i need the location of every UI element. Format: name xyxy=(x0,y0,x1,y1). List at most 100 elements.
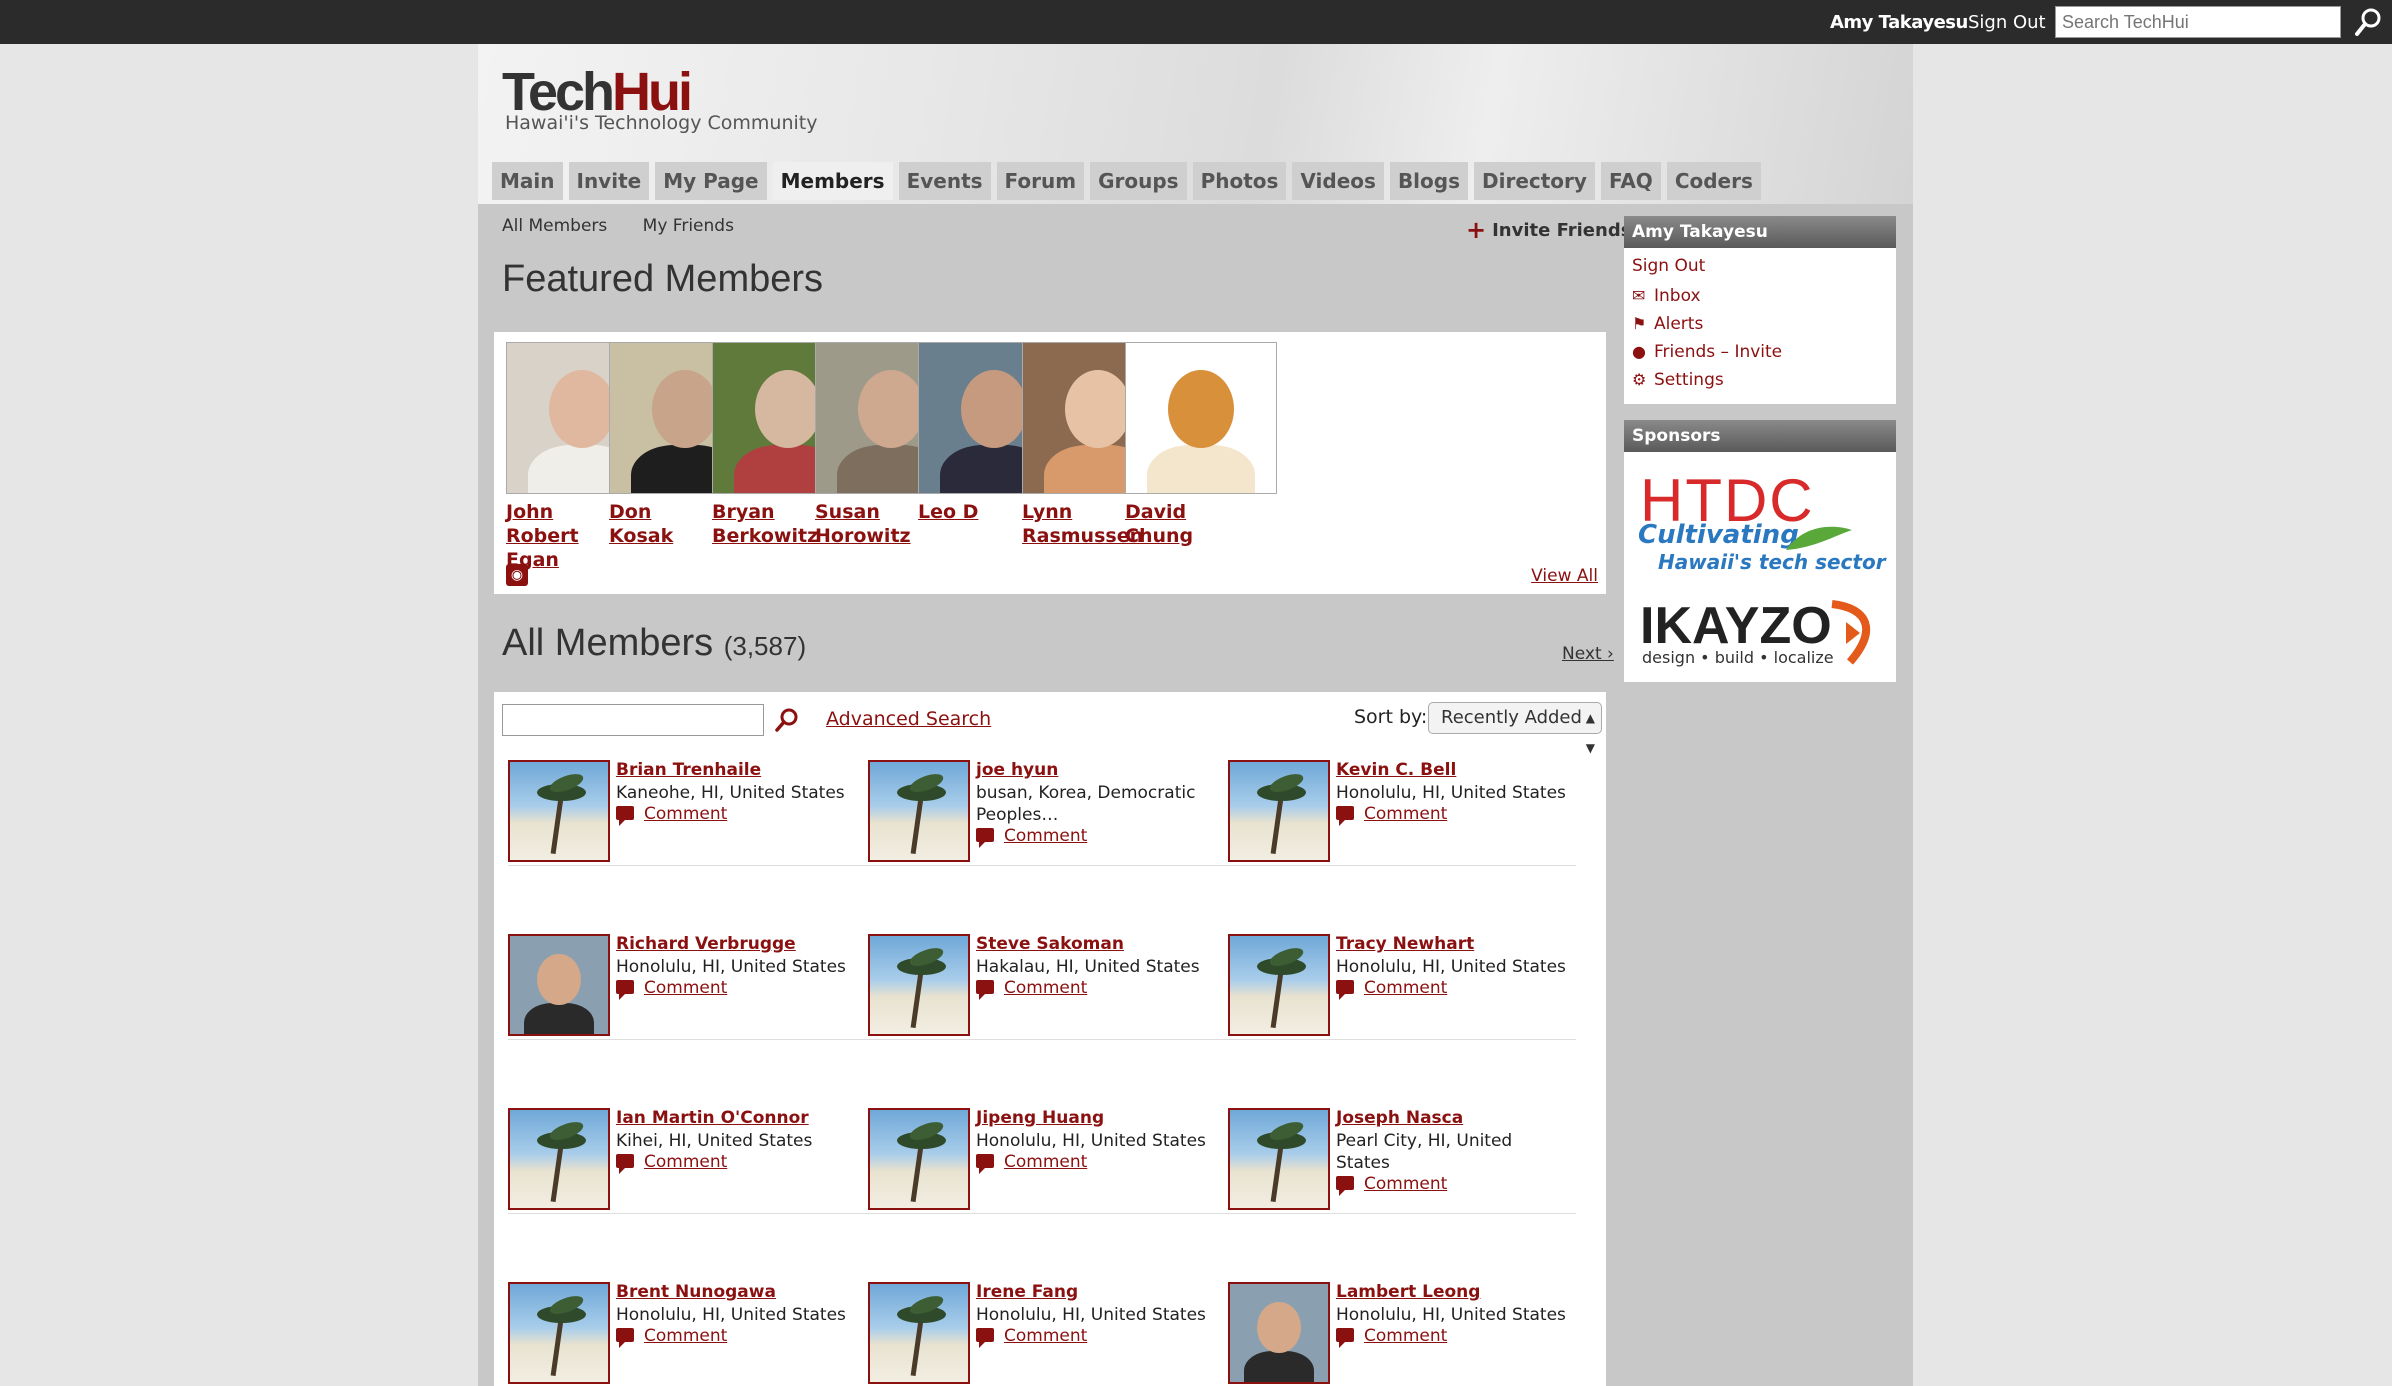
member-card: Steve Sakoman Hakalau, HI, United States C… xyxy=(862,934,1202,1044)
member-name-link[interactable]: Kevin C. Bell xyxy=(1336,760,1456,780)
comment-icon xyxy=(1336,980,1354,1000)
nav-tab-photos[interactable]: Photos xyxy=(1192,162,1287,200)
invite-friends-button[interactable]: + Invite Friends xyxy=(1466,216,1631,244)
member-name-link[interactable]: Joseph Nasca xyxy=(1336,1108,1463,1128)
member-avatar[interactable] xyxy=(868,760,970,862)
comment-link[interactable]: Comment xyxy=(1336,1174,1447,1196)
ikayzo-logo[interactable]: IKAYZO xyxy=(1640,596,1832,656)
top-bar: Amy Takayesu Sign Out xyxy=(0,0,2392,44)
rss-icon[interactable]: ◉ xyxy=(506,564,528,586)
topbar-sign-out-link[interactable]: Sign Out xyxy=(1968,12,2046,33)
member-location: Honolulu, HI, United States xyxy=(616,1305,846,1325)
member-card: Richard Verbrugge Honolulu, HI, United St… xyxy=(502,934,846,1044)
featured-member-name[interactable]: David Chung xyxy=(1125,500,1223,548)
comment-link[interactable]: Comment xyxy=(616,804,727,826)
nav-tab-videos[interactable]: Videos xyxy=(1292,162,1384,200)
topbar-user-name[interactable]: Amy Takayesu xyxy=(1830,12,1968,33)
comment-link[interactable]: Comment xyxy=(976,826,1087,848)
search-icon[interactable] xyxy=(2352,6,2384,38)
htdc-tagline-1: Cultivating xyxy=(1638,520,1799,550)
comment-icon xyxy=(1336,806,1354,826)
member-name-link[interactable]: Brent Nunogawa xyxy=(616,1282,776,1302)
member-card: Ian Martin O'Connor Kihei, HI, United Sta… xyxy=(502,1108,842,1218)
nav-tab-events[interactable]: Events xyxy=(898,162,991,200)
featured-member[interactable]: David Chung xyxy=(1125,342,1281,548)
member-name-link[interactable]: Tracy Newhart xyxy=(1336,934,1474,954)
featured-member-name[interactable]: Leo D xyxy=(918,500,1016,524)
subnav-all-members[interactable]: All Members xyxy=(502,216,607,236)
sidebar-user-header: Amy Takayesu xyxy=(1624,216,1896,248)
member-avatar[interactable] xyxy=(1228,934,1330,1036)
site-search-input[interactable] xyxy=(2055,6,2341,38)
member-avatar[interactable] xyxy=(1228,1108,1330,1210)
featured-member-name[interactable]: John Robert Egan xyxy=(506,500,604,572)
member-avatar[interactable] xyxy=(868,1282,970,1384)
member-name-link[interactable]: Ian Martin O'Connor xyxy=(616,1108,809,1128)
sidebar-link-settings[interactable]: ⚙ Settings xyxy=(1632,370,1724,390)
view-all-link[interactable]: View All xyxy=(1531,566,1598,586)
subnav-my-friends[interactable]: My Friends xyxy=(643,216,734,236)
member-name-link[interactable]: Irene Fang xyxy=(976,1282,1078,1302)
member-name-link[interactable]: Steve Sakoman xyxy=(976,934,1124,954)
member-avatar[interactable] xyxy=(508,1282,610,1384)
featured-member-name[interactable]: Don Kosak xyxy=(609,500,709,548)
comment-link[interactable]: Comment xyxy=(976,1326,1087,1348)
member-name-link[interactable]: Lambert Leong xyxy=(1336,1282,1480,1302)
nav-tab-faq[interactable]: FAQ xyxy=(1600,162,1661,200)
member-avatar[interactable] xyxy=(1228,1282,1330,1384)
member-name-link[interactable]: Brian Trenhaile xyxy=(616,760,761,780)
member-avatar[interactable] xyxy=(508,934,610,1036)
nav-tab-forum[interactable]: Forum xyxy=(996,162,1085,200)
comment-link[interactable]: Comment xyxy=(616,978,727,1000)
member-card: Brent Nunogawa Honolulu, HI, United State… xyxy=(502,1282,846,1386)
featured-members-title: Featured Members xyxy=(502,258,824,300)
featured-member-name[interactable]: Lynn Rasmussen xyxy=(1022,500,1143,548)
sidebar-link-friends[interactable]: ● Friends – Invite xyxy=(1632,342,1782,362)
featured-member-photo[interactable] xyxy=(1125,342,1277,494)
site-header: TechHui Hawai'i's Technology Community M… xyxy=(478,44,1913,204)
member-avatar[interactable] xyxy=(1228,760,1330,862)
member-location: Honolulu, HI, United States xyxy=(616,957,846,977)
nav-tab-groups[interactable]: Groups xyxy=(1090,162,1187,200)
next-page-link[interactable]: Next › xyxy=(1562,644,1614,664)
nav-tab-main[interactable]: Main xyxy=(492,162,563,200)
nav-tab-blogs[interactable]: Blogs xyxy=(1389,162,1468,200)
member-avatar[interactable] xyxy=(508,760,610,862)
nav-tab-invite[interactable]: Invite xyxy=(568,162,650,200)
nav-tab-coders[interactable]: Coders xyxy=(1666,162,1761,200)
member-name-link[interactable]: joe hyun xyxy=(976,760,1058,780)
comment-link[interactable]: Comment xyxy=(616,1152,727,1174)
member-avatar[interactable] xyxy=(868,1108,970,1210)
comment-icon xyxy=(616,1154,634,1174)
comment-icon xyxy=(976,828,994,848)
member-name-link[interactable]: Jipeng Huang xyxy=(976,1108,1104,1128)
member-card: Lambert Leong Honolulu, HI, United States… xyxy=(1222,1282,1566,1386)
sidebar-link-inbox[interactable]: ✉ Inbox xyxy=(1632,286,1701,306)
nav-tab-members[interactable]: Members xyxy=(772,162,893,200)
gear-icon: ⚙ xyxy=(1632,370,1647,389)
member-row: Brian Trenhaile Kaneohe, HI, United State… xyxy=(502,692,1598,866)
nav-tab-directory[interactable]: Directory xyxy=(1474,162,1595,200)
comment-icon xyxy=(1336,1328,1354,1348)
comment-icon xyxy=(976,1328,994,1348)
comment-link[interactable]: Comment xyxy=(1336,978,1447,1000)
member-location: Honolulu, HI, United States xyxy=(976,1131,1206,1151)
featured-member-name[interactable]: Bryan Berkowitz xyxy=(712,500,818,548)
comment-link[interactable]: Comment xyxy=(1336,804,1447,826)
nav-tab-my-page[interactable]: My Page xyxy=(655,162,767,200)
member-avatar[interactable] xyxy=(868,934,970,1036)
member-card: joe hyun busan, Korea, Democratic Peoples… xyxy=(862,760,1202,870)
member-location: Pearl City, HI, United States xyxy=(1336,1131,1513,1173)
comment-icon xyxy=(616,1328,634,1348)
featured-member-name[interactable]: Susan Horowitz xyxy=(815,500,913,548)
comment-link[interactable]: Comment xyxy=(1336,1326,1447,1348)
member-name-link[interactable]: Richard Verbrugge xyxy=(616,934,796,954)
comment-link[interactable]: Comment xyxy=(616,1326,727,1348)
all-members-title: All Members (3,587) xyxy=(502,622,807,664)
sidebar-sign-out-link[interactable]: Sign Out xyxy=(1632,256,1705,276)
sidebar-link-alerts[interactable]: ⚑ Alerts xyxy=(1632,314,1703,334)
comment-link[interactable]: Comment xyxy=(976,978,1087,1000)
member-avatar[interactable] xyxy=(508,1108,610,1210)
member-location: Kaneohe, HI, United States xyxy=(616,783,845,803)
comment-link[interactable]: Comment xyxy=(976,1152,1087,1174)
